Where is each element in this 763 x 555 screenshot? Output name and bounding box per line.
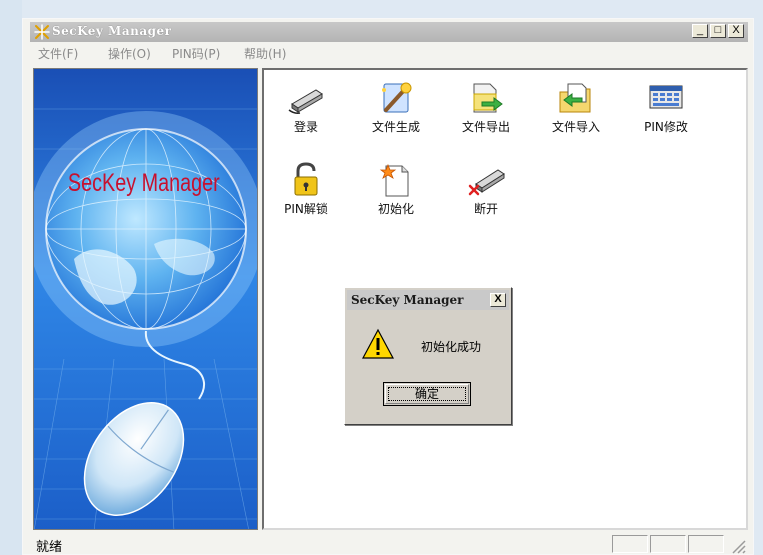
new-document-icon — [379, 163, 409, 197]
import-file-label: 文件导入 — [551, 120, 600, 134]
message-dialog: SecKey Manager X 初始化成功 确定 — [344, 287, 512, 425]
ok-button-label: 确定 — [388, 387, 466, 401]
warning-icon — [361, 328, 395, 359]
status-pane-1 — [612, 535, 648, 553]
app-window: SecKey Manager _ □ X 文件(F) 操作(O) PIN码(P)… — [22, 18, 754, 555]
export-file-label: 文件导出 — [461, 120, 510, 134]
card-reader-icon — [288, 89, 323, 114]
initialize-button[interactable]: 初始化 — [360, 162, 432, 217]
disconnect-label: 断开 — [473, 202, 498, 216]
page-edge — [0, 0, 22, 555]
globe-mouse-illustration: SecKey Manager — [34, 69, 257, 529]
menu-help[interactable]: 帮助(H) — [244, 45, 286, 62]
generate-file-label: 文件生成 — [371, 120, 420, 134]
status-bar: 就绪 — [30, 532, 748, 555]
login-label: 登录 — [293, 120, 318, 134]
status-pane-3 — [688, 535, 724, 553]
pin-unlock-label: PIN解锁 — [284, 202, 328, 216]
sidebar-banner: SecKey Manager — [33, 68, 258, 530]
app-logo-icon — [34, 24, 50, 40]
close-button[interactable]: X — [728, 24, 744, 38]
dialog-message: 初始化成功 — [421, 340, 482, 354]
menu-operate[interactable]: 操作(O) — [108, 45, 151, 62]
status-text: 就绪 — [36, 540, 63, 555]
minimize-button[interactable]: _ — [692, 24, 708, 38]
dialog-title: SecKey Manager — [351, 293, 464, 307]
status-pane-2 — [650, 535, 686, 553]
title-bar[interactable]: SecKey Manager _ □ X — [30, 22, 748, 42]
resize-grip-icon[interactable] — [730, 538, 746, 554]
ok-button[interactable]: 确定 — [383, 382, 471, 406]
pin-pad-icon — [649, 85, 683, 109]
menu-file[interactable]: 文件(F) — [38, 45, 78, 62]
pin-unlock-button[interactable]: PIN解锁 — [270, 162, 342, 217]
document-export-icon — [473, 83, 503, 113]
generate-file-button[interactable]: 文件生成 — [360, 80, 432, 135]
menu-bar: 文件(F) 操作(O) PIN码(P) 帮助(H) — [30, 44, 748, 62]
magic-wand-icon — [382, 82, 412, 113]
disconnect-button[interactable]: 断开 — [450, 162, 522, 217]
export-file-button[interactable]: 文件导出 — [450, 80, 522, 135]
login-button[interactable]: 登录 — [270, 80, 342, 135]
pin-change-button[interactable]: PIN修改 — [630, 80, 702, 135]
pin-change-label: PIN修改 — [644, 120, 688, 134]
initialize-label: 初始化 — [377, 202, 414, 216]
brand-text: SecKey Manager — [68, 168, 220, 197]
disconnect-reader-icon — [468, 169, 505, 196]
dialog-title-bar[interactable]: SecKey Manager X — [347, 290, 509, 310]
window-title: SecKey Manager — [52, 24, 172, 38]
dialog-close-button[interactable]: X — [490, 293, 506, 307]
padlock-icon — [294, 162, 318, 196]
import-file-button[interactable]: 文件导入 — [540, 80, 612, 135]
menu-pin[interactable]: PIN码(P) — [172, 45, 220, 62]
document-import-icon — [559, 83, 591, 113]
maximize-button[interactable]: □ — [710, 24, 726, 38]
